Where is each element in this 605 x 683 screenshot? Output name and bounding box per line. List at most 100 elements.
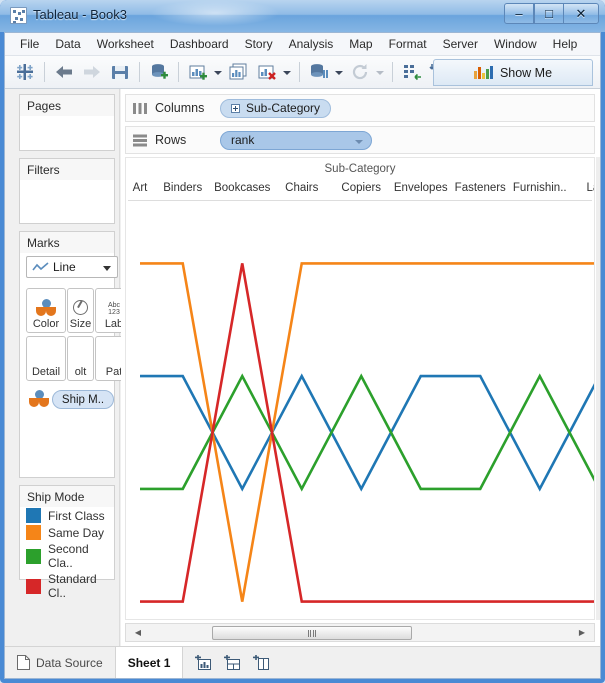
minimize-button[interactable]: – [504, 3, 534, 24]
undo-arrow-icon[interactable] [52, 60, 76, 84]
menu-item-help[interactable]: Help [545, 34, 586, 54]
marks-card-title: Marks [20, 232, 114, 253]
menu-bar: File Data Worksheet Dashboard Story Anal… [5, 33, 600, 56]
marks-size-button[interactable]: Size [67, 288, 94, 333]
legend-item[interactable]: Same Day [20, 524, 114, 541]
mark-type-dropdown[interactable]: Line [26, 256, 118, 278]
left-sidebar: Pages Filters Marks Line [5, 89, 120, 646]
category-label: Art [133, 182, 148, 194]
menu-item-worksheet[interactable]: Worksheet [89, 34, 162, 54]
menu-item-window[interactable]: Window [486, 34, 545, 54]
expand-plus-icon[interactable] [231, 104, 240, 113]
category-label: Bookcases [214, 182, 270, 194]
size-icon [73, 300, 88, 315]
toolbar-divider [44, 62, 45, 82]
color-icon [29, 390, 47, 408]
line-series[interactable] [140, 376, 594, 489]
marks-card: Marks Line Color [19, 231, 115, 478]
close-button[interactable]: ✕ [563, 3, 599, 24]
rows-shelf[interactable]: Rows rank [125, 126, 595, 154]
legend-swatch [26, 525, 41, 540]
new-worksheet-icon[interactable] [195, 655, 212, 670]
vertical-scrollbar[interactable] [596, 157, 600, 620]
line-mark-icon [32, 262, 49, 273]
category-label: Binders [163, 182, 202, 194]
legend-item[interactable]: Second Cla.. [20, 541, 114, 571]
refresh-dropdown-caret [374, 60, 385, 84]
mark-type-label: Line [53, 260, 76, 274]
marks-color-button[interactable]: Color [26, 288, 66, 333]
rows-icon [133, 134, 148, 147]
category-label: Copiers [341, 182, 381, 194]
legend-item[interactable]: Standard Cl.. [20, 571, 114, 601]
marks-card-pill-ship-mode[interactable]: Ship M.. [52, 390, 114, 409]
filters-card[interactable]: Filters [19, 158, 115, 224]
clear-sheet-dropdown-caret[interactable] [281, 60, 292, 84]
data-source-dropdown-caret[interactable] [333, 60, 344, 84]
menu-item-map[interactable]: Map [341, 34, 380, 54]
new-dashboard-icon[interactable] [224, 655, 241, 670]
scroll-left-arrow-icon[interactable]: ◀ [131, 626, 145, 639]
data-source-tab[interactable]: Data Source [5, 647, 116, 678]
refresh-icon [348, 60, 372, 84]
pages-card[interactable]: Pages [19, 94, 115, 151]
marks-tooltip-button[interactable]: olt [67, 336, 94, 381]
chevron-down-icon[interactable] [355, 140, 363, 144]
menu-item-dashboard[interactable]: Dashboard [162, 34, 237, 54]
columns-shelf[interactable]: Columns Sub-Category [125, 94, 595, 122]
line-series[interactable] [140, 263, 594, 601]
menu-item-analysis[interactable]: Analysis [281, 34, 342, 54]
menu-item-data[interactable]: Data [47, 34, 88, 54]
new-worksheet-icon[interactable] [186, 60, 210, 84]
new-worksheet-dropdown-caret[interactable] [212, 60, 223, 84]
clear-sheet-icon[interactable] [255, 60, 279, 84]
data-source-icon [17, 655, 30, 670]
data-source-tab-label: Data Source [36, 656, 103, 670]
marks-color-label: Color [33, 318, 59, 330]
marks-size-label: Size [70, 318, 91, 330]
scrollbar-thumb[interactable] [212, 626, 412, 640]
abc-label-icon: Abc123 [108, 302, 120, 316]
color-legend-card: Ship Mode First Class Same Day Second Cl… [19, 485, 115, 580]
status-bar: Data Source Sheet 1 [5, 646, 600, 678]
tableau-start-icon[interactable] [13, 60, 37, 84]
menu-item-file[interactable]: File [12, 34, 47, 54]
title-bar: Tableau - Book3 – □ ✕ [0, 0, 605, 32]
maximize-button[interactable]: □ [534, 3, 564, 24]
save-icon[interactable] [108, 60, 132, 84]
menu-item-format[interactable]: Format [381, 34, 435, 54]
legend-item[interactable]: First Class [20, 507, 114, 524]
chevron-down-icon [103, 266, 111, 271]
tableau-logo-icon [10, 7, 27, 24]
window-client-area: File Data Worksheet Dashboard Story Anal… [4, 32, 601, 679]
show-me-button[interactable]: Show Me [433, 59, 593, 86]
toolbar: Show Me [5, 56, 600, 89]
duplicate-sheet-icon[interactable] [227, 60, 251, 84]
pill-rank[interactable]: rank [220, 131, 372, 150]
swap-rows-columns-icon[interactable] [307, 60, 331, 84]
category-axis-labels: ArtBindersBookcasesChairsCopiersEnvelope… [126, 182, 594, 198]
column-axis-title: Sub-Category [126, 163, 594, 175]
menu-item-story[interactable]: Story [237, 34, 281, 54]
visualization-canvas[interactable]: Sub-Category ArtBindersBookcasesChairsCo… [125, 157, 595, 620]
show-me-label: Show Me [500, 66, 552, 80]
line-series[interactable] [140, 376, 594, 489]
scroll-right-arrow-icon[interactable]: ▶ [575, 626, 589, 639]
line-series[interactable] [140, 263, 594, 601]
legend-label: Same Day [48, 526, 104, 540]
pill-rank-label: rank [231, 133, 254, 147]
window-title: Tableau - Book3 [33, 7, 127, 22]
columns-shelf-label: Columns [155, 101, 220, 115]
marks-detail-button[interactable]: Detail [26, 336, 66, 381]
connect-data-icon[interactable] [147, 60, 171, 84]
line-chart-plot[interactable] [126, 202, 594, 620]
worksheet-area: Columns Sub-Category Rows [121, 89, 600, 646]
sheet-tab-sheet-1[interactable]: Sheet 1 [116, 647, 184, 678]
legend-label: Standard Cl.. [48, 572, 114, 600]
menu-item-server[interactable]: Server [435, 34, 486, 54]
new-story-icon[interactable] [253, 655, 270, 670]
horizontal-scrollbar[interactable]: ◀ ▶ [125, 623, 595, 642]
pill-sub-category[interactable]: Sub-Category [220, 99, 331, 118]
sort-ascending-icon[interactable] [400, 60, 424, 84]
legend-label: First Class [48, 509, 105, 523]
